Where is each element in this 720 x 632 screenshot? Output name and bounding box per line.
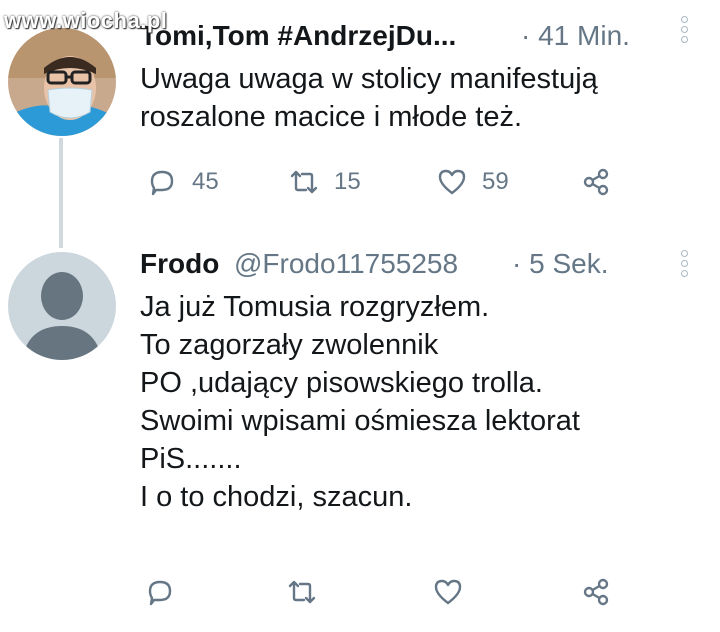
heart-icon bbox=[438, 169, 466, 195]
retweet-count: 15 bbox=[334, 168, 361, 195]
tweet-time[interactable]: · 41 Min. bbox=[521, 20, 630, 52]
reply-icon bbox=[148, 580, 172, 606]
heart-icon bbox=[434, 579, 462, 605]
reply-icon bbox=[150, 170, 174, 196]
reply-button[interactable] bbox=[144, 576, 190, 608]
tweet-header: Tomi,Tom #AndrzejDu... · 41 Min. bbox=[140, 20, 680, 58]
more-vertical-icon[interactable] bbox=[681, 16, 689, 46]
tweet-header: Frodo @Frodo11755258 · 5 Sek. bbox=[140, 248, 680, 286]
like-button[interactable]: 59 bbox=[436, 166, 509, 198]
like-count: 59 bbox=[482, 168, 509, 195]
like-button[interactable] bbox=[432, 576, 478, 608]
watermark: www.wiocha.pl bbox=[4, 8, 168, 33]
avatar-frodo[interactable] bbox=[8, 252, 116, 360]
retweet-icon bbox=[290, 170, 318, 194]
tweet-actions: 45 15 59 bbox=[140, 166, 700, 202]
tweet-time[interactable]: · 5 Sek. bbox=[512, 248, 608, 280]
reply-button[interactable]: 45 bbox=[146, 166, 219, 198]
share-button[interactable] bbox=[580, 576, 612, 608]
tweet-actions bbox=[140, 576, 700, 612]
retweet-button[interactable]: 15 bbox=[288, 166, 361, 198]
share-button[interactable] bbox=[580, 166, 612, 198]
retweet-button[interactable] bbox=[286, 576, 332, 608]
user-photo bbox=[8, 28, 116, 136]
share-icon bbox=[583, 578, 609, 606]
avatar-tomi[interactable] bbox=[8, 28, 116, 136]
author-name[interactable]: Tomi,Tom #AndrzejDu... bbox=[140, 20, 456, 52]
author-name[interactable]: Frodo bbox=[140, 248, 219, 280]
author-handle[interactable]: @Frodo11755258 bbox=[234, 248, 458, 280]
more-vertical-icon[interactable] bbox=[681, 250, 689, 280]
default-avatar-icon bbox=[8, 252, 116, 360]
thread-line bbox=[59, 138, 63, 248]
tweet-text: Ja już Tomusia rozgryzłem. To zagorzały … bbox=[140, 291, 580, 513]
reply-count: 45 bbox=[192, 168, 219, 195]
retweet-icon bbox=[288, 580, 316, 604]
tweet-text: Uwaga uwaga w stolicy manifestują roszal… bbox=[140, 63, 598, 133]
share-icon bbox=[583, 168, 609, 196]
